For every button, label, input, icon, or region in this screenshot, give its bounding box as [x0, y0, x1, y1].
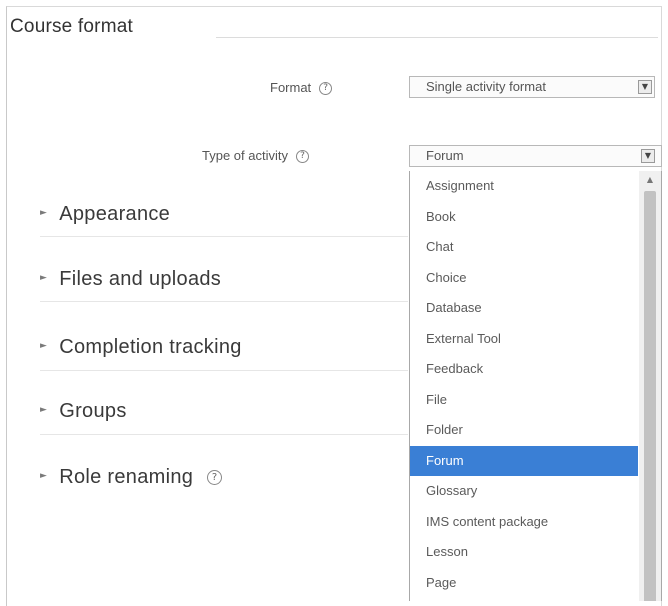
activity-label: Type of activity: [202, 148, 288, 163]
dropdown-option-database[interactable]: Database: [410, 293, 638, 324]
divider: [40, 370, 408, 371]
collapsible-label: Role renaming: [59, 466, 194, 488]
dropdown-option-file[interactable]: File: [410, 385, 638, 416]
dropdown-option-forum[interactable]: Forum: [410, 445, 638, 476]
dropdown-option-feedback[interactable]: Feedback: [410, 354, 638, 385]
format-select-value: Single activity format: [426, 79, 546, 94]
format-label: Format: [270, 80, 312, 95]
divider: [40, 434, 408, 435]
format-label-row: Format?: [270, 80, 333, 96]
activity-dropdown-list[interactable]: ▲ Assignment Book Chat Choice Database E…: [409, 171, 662, 601]
chevron-down-icon[interactable]: ▼: [641, 149, 655, 163]
dropdown-option-folder[interactable]: Folder: [410, 415, 638, 446]
collapsible-completion-tracking[interactable]: ► Completion tracking: [40, 336, 242, 359]
dropdown-option-external-tool[interactable]: External Tool: [410, 324, 638, 355]
help-icon[interactable]: ?: [295, 150, 309, 164]
caret-right-icon: ►: [40, 470, 48, 481]
dropdown-option-glossary[interactable]: Glossary: [410, 476, 638, 507]
divider: [40, 236, 408, 237]
section-title: Course format: [10, 16, 133, 37]
caret-right-icon: ►: [40, 340, 48, 351]
activity-label-row: Type of activity?: [202, 148, 309, 164]
dropdown-option-book[interactable]: Book: [410, 202, 638, 233]
chevron-down-icon[interactable]: ▼: [638, 80, 652, 94]
legend-divider: [216, 37, 658, 38]
collapsible-files-and-uploads[interactable]: ► Files and uploads: [40, 268, 221, 291]
collapsible-appearance[interactable]: ► Appearance: [40, 203, 170, 226]
help-icon[interactable]: ?: [207, 470, 223, 486]
divider: [40, 301, 408, 302]
dropdown-option-choice[interactable]: Choice: [410, 263, 638, 294]
activity-type-select[interactable]: Forum ▼: [409, 145, 662, 167]
dropdown-option-lesson[interactable]: Lesson: [410, 537, 638, 568]
caret-right-icon: ►: [40, 272, 48, 283]
caret-right-icon: ►: [40, 207, 48, 218]
dropdown-option-ims-content-package[interactable]: IMS content package: [410, 507, 638, 538]
collapsible-label: Completion tracking: [59, 336, 242, 358]
collapsible-groups[interactable]: ► Groups: [40, 400, 127, 423]
help-icon[interactable]: ?: [319, 82, 333, 96]
collapsible-role-renaming[interactable]: ► Role renaming?: [40, 466, 223, 489]
scroll-up-icon[interactable]: ▲: [639, 173, 661, 187]
activity-select-value: Forum: [426, 148, 464, 163]
scrollbar-thumb[interactable]: [644, 191, 656, 601]
dropdown-option-page[interactable]: Page: [410, 568, 638, 599]
collapsible-label: Files and uploads: [59, 268, 222, 290]
collapsible-label: Groups: [59, 400, 127, 422]
format-select[interactable]: Single activity format ▼: [409, 76, 655, 98]
caret-right-icon: ►: [40, 404, 48, 415]
collapsible-label: Appearance: [59, 203, 171, 225]
dropdown-option-assignment[interactable]: Assignment: [410, 171, 638, 202]
dropdown-option-chat[interactable]: Chat: [410, 232, 638, 263]
